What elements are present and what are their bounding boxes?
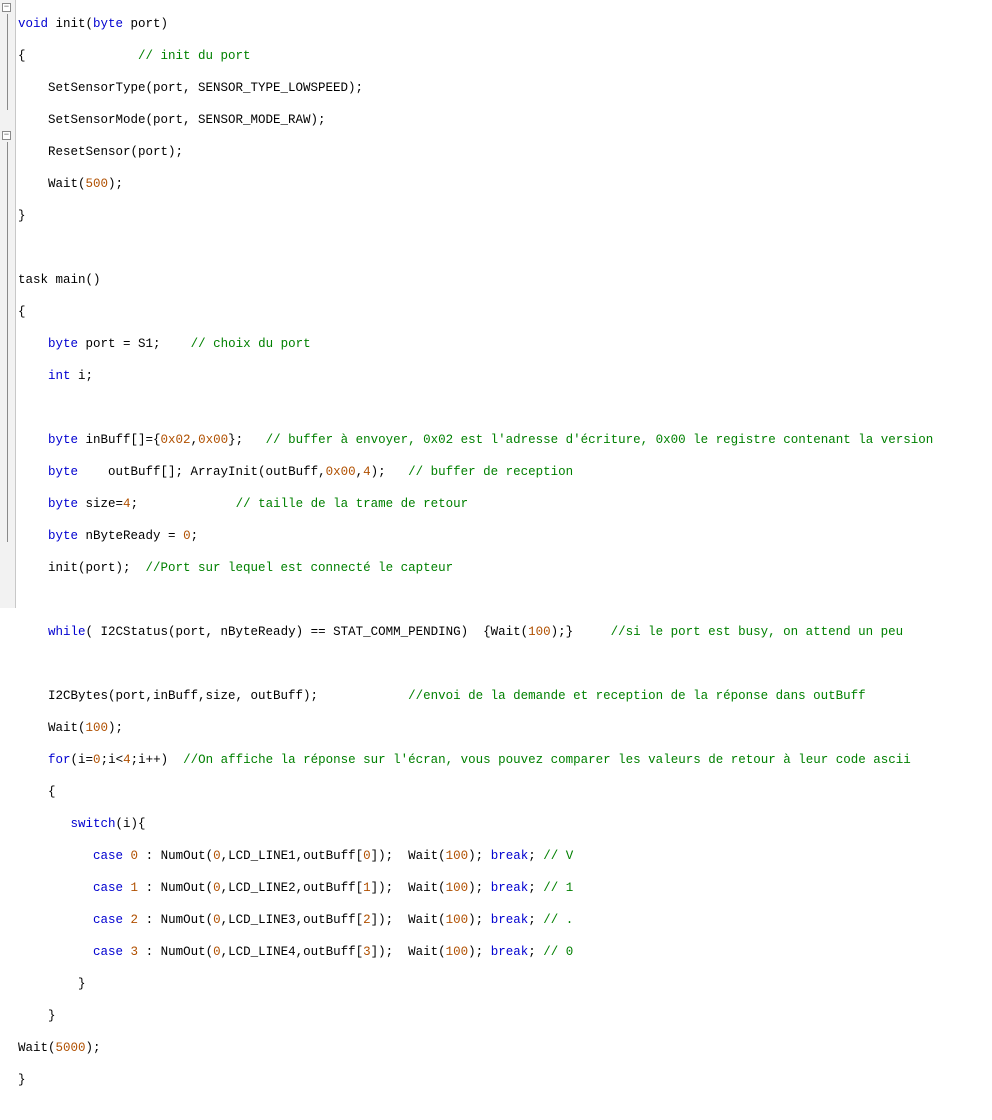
code-line: byte size=4; // taille de la trame de re…: [18, 496, 992, 512]
code-line: I2CBytes(port,inBuff,size, outBuff); //e…: [18, 688, 992, 704]
fold-box-main[interactable]: [2, 131, 11, 140]
code-line: case 0 : NumOut(0,LCD_LINE1,outBuff[0]);…: [18, 848, 992, 864]
code-line: { // init du port: [18, 48, 992, 64]
code-line: case 3 : NumOut(0,LCD_LINE4,outBuff[3]);…: [18, 944, 992, 960]
code-line: ResetSensor(port);: [18, 144, 992, 160]
code-line: while( I2CStatus(port, nByteReady) == ST…: [18, 624, 992, 640]
gutter: [0, 0, 16, 608]
fold-line-init: [7, 14, 8, 110]
code-line: Wait(100);: [18, 720, 992, 736]
code-line: {: [18, 784, 992, 800]
code-line: void init(byte port): [18, 16, 992, 32]
code-line: Wait(5000);: [18, 1040, 992, 1056]
code-line: byte inBuff[]={0x02,0x00}; // buffer à e…: [18, 432, 992, 448]
code-line: [18, 400, 992, 416]
code-line: int i;: [18, 368, 992, 384]
code-line: }: [18, 1072, 992, 1088]
code-line: {: [18, 304, 992, 320]
fold-box-init[interactable]: [2, 3, 11, 12]
code-line: [18, 240, 992, 256]
fold-line-main: [7, 142, 8, 542]
code-line: for(i=0;i<4;i++) //On affiche la réponse…: [18, 752, 992, 768]
code-line: byte outBuff[]; ArrayInit(outBuff,0x00,4…: [18, 464, 992, 480]
code-line: }: [18, 208, 992, 224]
code-line: init(port); //Port sur lequel est connec…: [18, 560, 992, 576]
code-line: case 1 : NumOut(0,LCD_LINE2,outBuff[1]);…: [18, 880, 992, 896]
code-line: SetSensorMode(port, SENSOR_MODE_RAW);: [18, 112, 992, 128]
code-area: void init(byte port) { // init du port S…: [16, 0, 992, 608]
code-line: byte nByteReady = 0;: [18, 528, 992, 544]
code-line: switch(i){: [18, 816, 992, 832]
code-line: }: [18, 1008, 992, 1024]
code-line: [18, 656, 992, 672]
code-line: task main(): [18, 272, 992, 288]
code-line: [18, 592, 992, 608]
code-line: }: [18, 976, 992, 992]
code-line: SetSensorType(port, SENSOR_TYPE_LOWSPEED…: [18, 80, 992, 96]
code-line: case 2 : NumOut(0,LCD_LINE3,outBuff[2]);…: [18, 912, 992, 928]
code-line: Wait(500);: [18, 176, 992, 192]
code-editor: void init(byte port) { // init du port S…: [0, 0, 992, 608]
code-line: byte port = S1; // choix du port: [18, 336, 992, 352]
